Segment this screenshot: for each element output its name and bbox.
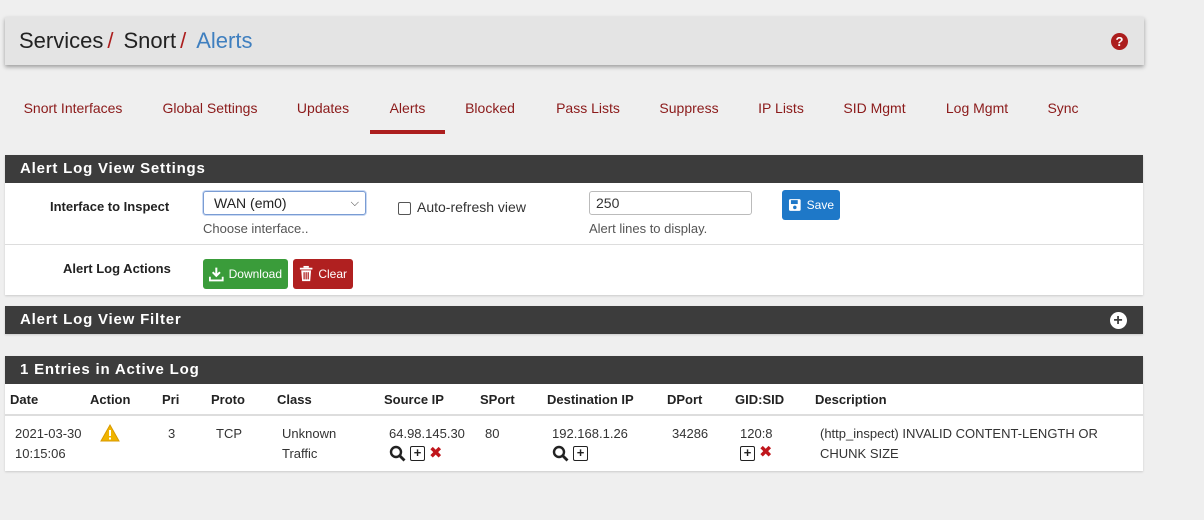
breadcrumb-services[interactable]: Services: [19, 28, 103, 54]
col-date[interactable]: Date: [5, 384, 90, 416]
save-button[interactable]: Save: [782, 190, 840, 220]
tab-sid-mgmt[interactable]: SID Mgmt: [834, 88, 915, 134]
table-row: 2021-03-30 10:15:06 3 TCP Unknown Traffi…: [5, 415, 1143, 464]
search-icon[interactable]: [552, 445, 569, 462]
cell-gid-sid: 120:8 + ✖: [735, 415, 815, 464]
col-pri[interactable]: Pri: [162, 384, 211, 416]
disable-rule-icon[interactable]: ✖: [759, 445, 772, 461]
col-dport[interactable]: DPort: [667, 384, 735, 416]
cell-action: [90, 415, 162, 464]
col-source-ip[interactable]: Source IP: [384, 384, 480, 416]
tab-bar: Snort Interfaces Global Settings Updates…: [5, 88, 1144, 134]
warning-triangle-icon: [100, 423, 120, 442]
tab-global-settings[interactable]: Global Settings: [153, 88, 267, 134]
col-proto[interactable]: Proto: [211, 384, 277, 416]
cell-sport: 80: [485, 426, 500, 441]
tab-suppress[interactable]: Suppress: [651, 88, 727, 134]
col-action[interactable]: Action: [90, 384, 162, 416]
cell-proto: TCP: [216, 426, 242, 441]
cell-description: (http_inspect) INVALID CONTENT-LENGTH OR…: [815, 415, 1143, 464]
alert-log-filter-panel: Alert Log View Filter +: [5, 306, 1143, 334]
alert-log-settings-panel: Alert Log View Settings Interface to Ins…: [5, 155, 1143, 295]
add-suppress-icon[interactable]: +: [410, 446, 425, 461]
time-value: 10:15:06: [15, 446, 66, 461]
search-icon[interactable]: [389, 445, 406, 462]
add-suppress-icon[interactable]: +: [573, 446, 588, 461]
interface-select[interactable]: WAN (em0) ⌵: [203, 191, 366, 215]
filter-panel-heading[interactable]: Alert Log View Filter +: [5, 306, 1143, 334]
date-value: 2021-03-30: [15, 426, 82, 441]
table-header-row: Date Action Pri Proto Class Source IP SP…: [5, 384, 1143, 416]
tab-alerts[interactable]: Alerts: [370, 88, 445, 134]
auto-refresh-label[interactable]: Auto-refresh view: [417, 199, 526, 215]
cell-class: Unknown Traffic: [277, 415, 384, 464]
col-destination-ip[interactable]: Destination IP: [547, 384, 667, 416]
cell-date: 2021-03-30 10:15:06: [5, 415, 90, 464]
breadcrumb: Services / Snort / Alerts ?: [5, 17, 1144, 65]
save-button-label: Save: [806, 198, 834, 212]
col-gid-sid[interactable]: GID:SID: [735, 384, 815, 416]
breadcrumb-alerts[interactable]: Alerts: [196, 28, 252, 54]
remove-block-icon[interactable]: ✖: [429, 445, 442, 462]
filter-heading-text: Alert Log View Filter: [20, 311, 182, 328]
log-panel-heading: 1 Entries in Active Log: [5, 356, 1143, 384]
plus-circle-icon[interactable]: +: [1110, 312, 1127, 329]
class-line-2: Traffic: [282, 446, 318, 461]
class-line-1: Unknown: [282, 426, 337, 441]
download-button-label: Download: [228, 267, 282, 281]
tab-sync[interactable]: Sync: [1040, 88, 1086, 134]
col-class[interactable]: Class: [277, 384, 384, 416]
active-log-panel: 1 Entries in Active Log Date Action Pri …: [5, 356, 1143, 471]
alert-log-table: Date Action Pri Proto Class Source IP SP…: [5, 384, 1143, 464]
tab-ip-lists[interactable]: IP Lists: [749, 88, 813, 134]
auto-refresh-checkbox[interactable]: [398, 202, 411, 215]
interface-select-value: WAN (em0): [214, 195, 287, 211]
clear-button-label: Clear: [318, 267, 347, 281]
breadcrumb-separator: /: [180, 28, 187, 53]
save-icon: [788, 199, 801, 211]
interface-hint: Choose interface..: [203, 221, 309, 236]
cell-source-ip: 64.98.145.30 + ✖: [384, 415, 480, 464]
breadcrumb-separator: /: [107, 28, 114, 53]
cell-pri: 3: [168, 426, 176, 441]
clear-button[interactable]: Clear: [293, 259, 353, 289]
actions-row: Alert Log Actions Download Clear: [5, 245, 1143, 294]
description-line-2: CHUNK SIZE: [820, 446, 899, 461]
cell-dport: 34286: [672, 426, 709, 441]
cell-destination-ip: 192.168.1.26 +: [547, 415, 667, 464]
alert-lines-hint: Alert lines to display.: [589, 221, 708, 236]
tab-updates[interactable]: Updates: [287, 88, 359, 134]
alert-lines-input[interactable]: 250: [589, 191, 752, 215]
panel-heading: Alert Log View Settings: [5, 155, 1143, 183]
tab-pass-lists[interactable]: Pass Lists: [545, 88, 631, 134]
tab-log-mgmt[interactable]: Log Mgmt: [935, 88, 1019, 134]
download-button[interactable]: Download: [203, 259, 288, 289]
gid-sid-value: 120:8: [740, 426, 773, 441]
destination-ip-value: 192.168.1.26: [552, 426, 628, 441]
download-icon: [209, 267, 224, 282]
alert-log-actions-label: Alert Log Actions: [63, 261, 171, 276]
question-circle-icon[interactable]: ?: [1111, 33, 1128, 50]
source-ip-value: 64.98.145.30: [389, 426, 465, 441]
interface-label: Interface to Inspect: [50, 199, 170, 214]
add-suppress-icon[interactable]: +: [740, 445, 755, 461]
tab-blocked[interactable]: Blocked: [457, 88, 523, 134]
col-description[interactable]: Description: [815, 384, 1143, 416]
col-sport[interactable]: SPort: [480, 384, 547, 416]
trash-icon: [299, 265, 313, 282]
tab-snort-interfaces[interactable]: Snort Interfaces: [13, 88, 133, 134]
interface-row: Interface to Inspect WAN (em0) ⌵ Choose …: [5, 183, 1143, 245]
description-line-1: (http_inspect) INVALID CONTENT-LENGTH OR: [820, 426, 1098, 441]
chevron-down-icon: ⌵: [350, 197, 359, 209]
breadcrumb-snort[interactable]: Snort: [123, 28, 176, 54]
